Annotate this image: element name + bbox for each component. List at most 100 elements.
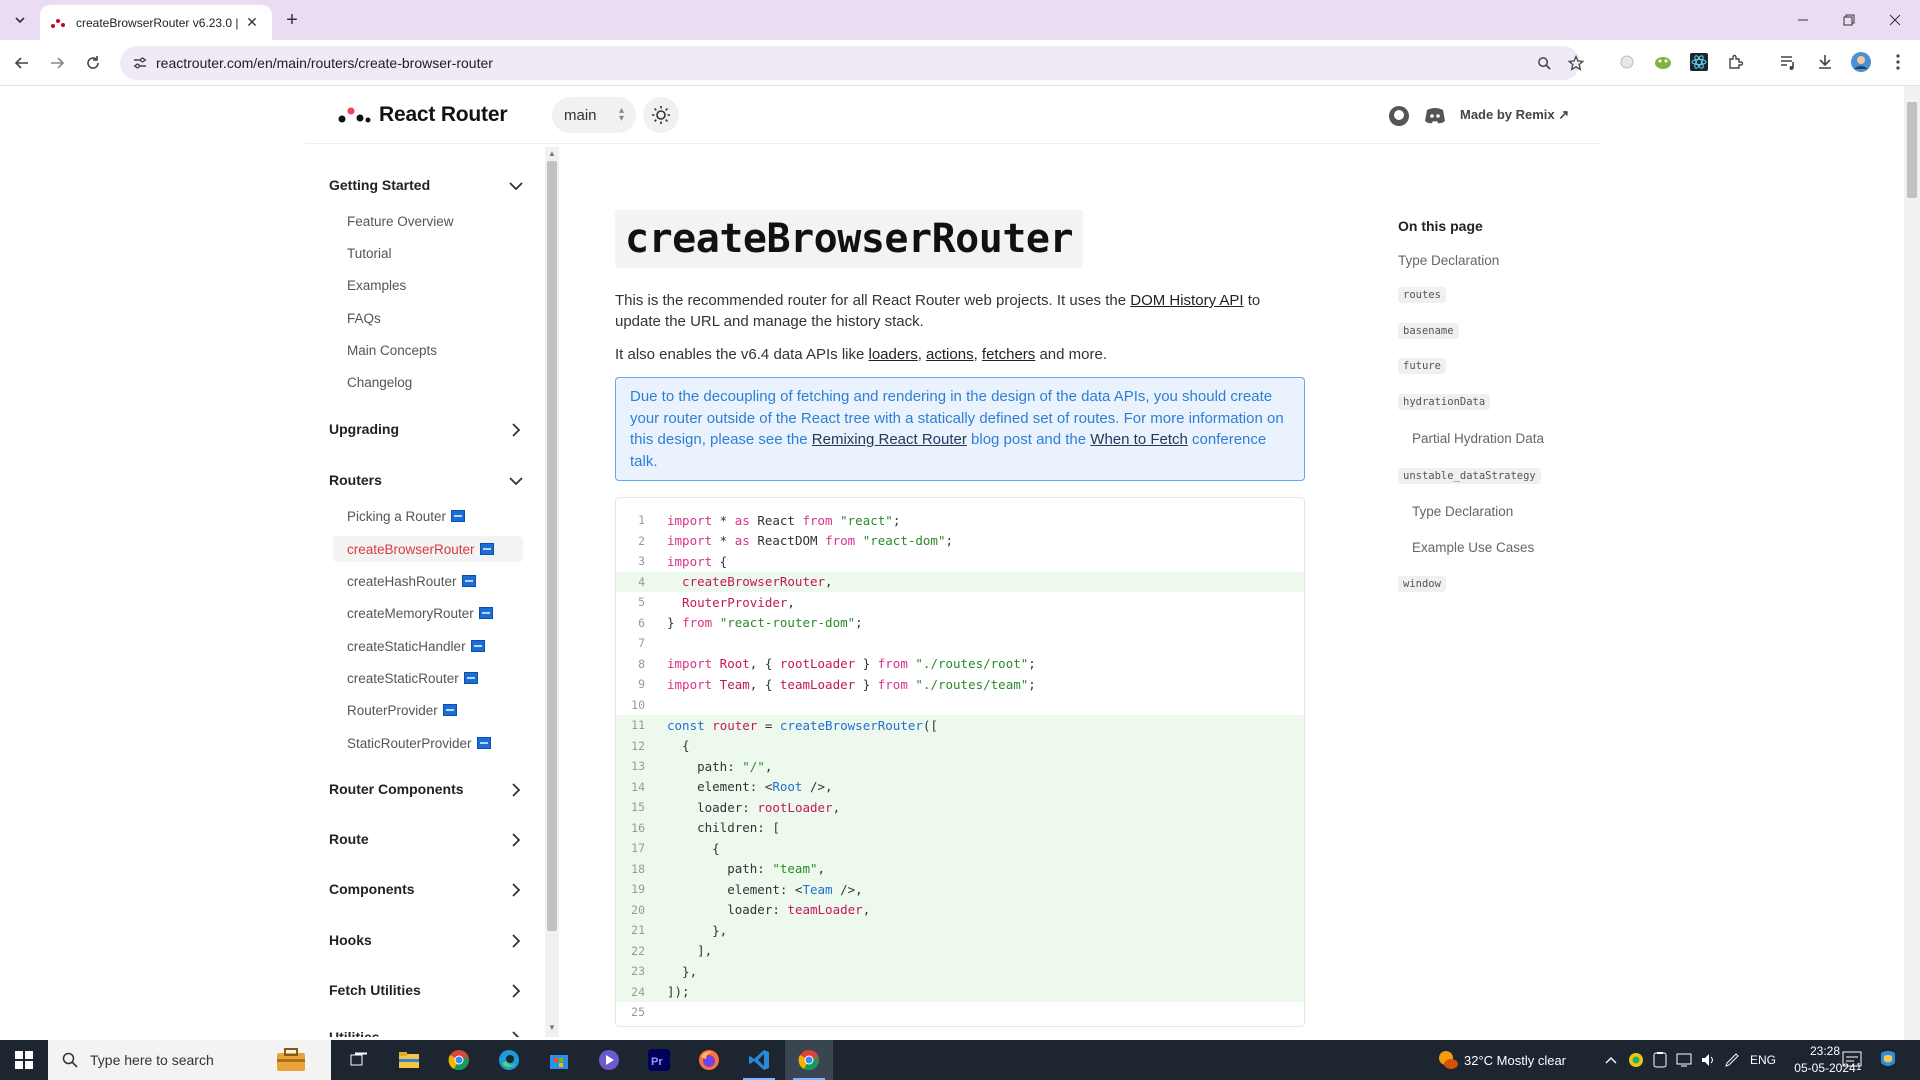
- sidebar-section-components[interactable]: Components: [329, 881, 415, 897]
- microsoft-store-icon[interactable]: [535, 1040, 583, 1080]
- toc-link-routes[interactable]: routes: [1398, 287, 1446, 303]
- sidebar-item-create-browser-router[interactable]: createBrowserRouter: [333, 536, 523, 562]
- sidebar-item-examples[interactable]: Examples: [333, 272, 523, 298]
- react-devtools-icon[interactable]: [1689, 52, 1709, 72]
- sidebar-item-create-memory-router[interactable]: createMemoryRouter: [333, 600, 523, 626]
- toc-link-future[interactable]: future: [1398, 358, 1446, 374]
- page-scrollbar-thumb[interactable]: [1907, 102, 1917, 198]
- actions-link[interactable]: actions: [926, 346, 974, 363]
- toc-link-partial-hydration-data[interactable]: Partial Hydration Data: [1412, 431, 1544, 446]
- chevron-down-icon[interactable]: [507, 472, 525, 490]
- sidebar-item-create-static-handler[interactable]: createStaticHandler: [333, 633, 523, 659]
- chevron-right-icon[interactable]: [507, 831, 525, 849]
- firefox-icon[interactable]: [685, 1040, 733, 1080]
- sidebar-item-faqs[interactable]: FAQs: [333, 305, 523, 331]
- file-explorer-icon[interactable]: [385, 1040, 433, 1080]
- github-icon[interactable]: [1388, 105, 1410, 127]
- windows-start-icon[interactable]: [0, 1040, 48, 1080]
- reload-icon[interactable]: [81, 51, 105, 75]
- sidebar-section-routers[interactable]: Routers: [329, 472, 382, 488]
- sidebar-item-feature-overview[interactable]: Feature Overview: [333, 208, 523, 234]
- version-select[interactable]: main ▴ ▾: [552, 97, 636, 133]
- show-hidden-icons-icon[interactable]: [1602, 1051, 1620, 1069]
- sidebar-scrollbar-thumb[interactable]: [547, 161, 557, 931]
- downloads-icon[interactable]: [1815, 52, 1835, 72]
- address-bar[interactable]: reactrouter.com/en/main/routers/create-b…: [120, 46, 1584, 80]
- sidebar-item-router-provider[interactable]: RouterProvider: [333, 697, 523, 723]
- chevron-down-icon[interactable]: [507, 177, 525, 195]
- extension-2-icon[interactable]: [1653, 52, 1673, 72]
- media-controls-icon[interactable]: [1779, 52, 1799, 72]
- new-tab-button[interactable]: +: [280, 8, 304, 32]
- sidebar-item-tutorial[interactable]: Tutorial: [333, 240, 523, 266]
- toc-link-basename[interactable]: basename: [1398, 323, 1459, 339]
- edge-icon[interactable]: [485, 1040, 533, 1080]
- discord-icon[interactable]: [1424, 105, 1446, 127]
- weather-icon[interactable]: [1437, 1049, 1459, 1071]
- chevron-right-icon[interactable]: [507, 932, 525, 950]
- toc-link-window[interactable]: window: [1398, 576, 1446, 592]
- profile-avatar-icon[interactable]: [1851, 52, 1871, 72]
- sidebar-section-getting-started[interactable]: Getting Started: [329, 177, 430, 193]
- minimize-button[interactable]: [1780, 0, 1826, 40]
- bookmark-star-icon[interactable]: [1567, 54, 1585, 72]
- taskbar-search-box[interactable]: Type here to search: [48, 1040, 331, 1080]
- site-info-icon[interactable]: [132, 55, 148, 71]
- premiere-pro-icon[interactable]: Pr: [635, 1040, 683, 1080]
- sidebar-item-picking-a-router[interactable]: Picking a Router: [333, 503, 523, 529]
- sidebar-section-router-components[interactable]: Router Components: [329, 781, 464, 797]
- weather-text[interactable]: 32°C Mostly clear: [1464, 1053, 1566, 1068]
- chevron-right-icon[interactable]: [507, 881, 525, 899]
- vscode-icon[interactable]: [735, 1040, 783, 1080]
- volume-icon[interactable]: [1699, 1051, 1717, 1069]
- tray-app-icon[interactable]: [1627, 1051, 1645, 1069]
- chrome-active-icon[interactable]: [785, 1040, 833, 1080]
- chevron-right-icon[interactable]: [507, 1029, 525, 1037]
- site-logo[interactable]: React Router: [337, 103, 507, 127]
- remixing-react-router-link[interactable]: Remixing React Router: [812, 431, 967, 448]
- restore-button[interactable]: [1826, 0, 1872, 40]
- dom-history-api-link[interactable]: DOM History API: [1130, 292, 1243, 309]
- extension-1-icon[interactable]: [1617, 52, 1637, 72]
- theme-toggle-button[interactable]: [643, 97, 679, 133]
- tab-close-icon[interactable]: ✕: [242, 13, 262, 33]
- sidebar-item-static-router-provider[interactable]: StaticRouterProvider: [333, 730, 523, 756]
- task-view-icon[interactable]: [335, 1040, 383, 1080]
- extensions-puzzle-icon[interactable]: [1726, 52, 1746, 72]
- chevron-right-icon[interactable]: [507, 982, 525, 1000]
- sidebar-section-route[interactable]: Route: [329, 831, 369, 847]
- toc-link-unstable-data-strategy[interactable]: unstable_dataStrategy: [1398, 468, 1541, 484]
- battery-icon[interactable]: [1651, 1051, 1669, 1069]
- sidebar-item-create-hash-router[interactable]: createHashRouter: [333, 568, 523, 594]
- sidebar-item-changelog[interactable]: Changelog: [333, 369, 523, 395]
- pen-ink-icon[interactable]: [1723, 1051, 1741, 1069]
- made-by-remix-link[interactable]: Made by Remix ↗: [1460, 107, 1569, 123]
- loaders-link[interactable]: loaders: [869, 346, 918, 363]
- chevron-right-icon[interactable]: [507, 781, 525, 799]
- menu-kebab-icon[interactable]: [1888, 52, 1908, 72]
- back-icon[interactable]: [10, 51, 34, 75]
- sidebar-item-create-static-router[interactable]: createStaticRouter: [333, 665, 523, 691]
- close-window-button[interactable]: [1872, 0, 1918, 40]
- fetchers-link[interactable]: fetchers: [982, 346, 1035, 363]
- sidebar-section-utilities[interactable]: Utilities: [329, 1029, 380, 1037]
- sidebar-item-main-concepts[interactable]: Main Concepts: [333, 337, 523, 363]
- scroll-down-arrow-icon[interactable]: ▼: [547, 1023, 557, 1033]
- when-to-fetch-link[interactable]: When to Fetch: [1090, 431, 1188, 448]
- chevron-right-icon[interactable]: [507, 421, 525, 439]
- sidebar-scrollbar[interactable]: ▲ ▼: [545, 147, 559, 1037]
- toc-link-type-declaration-2[interactable]: Type Declaration: [1412, 504, 1513, 519]
- forward-icon[interactable]: [45, 51, 69, 75]
- zoom-icon[interactable]: [1535, 54, 1553, 72]
- scroll-up-arrow-icon[interactable]: ▲: [547, 149, 557, 159]
- toc-link-type-declaration[interactable]: Type Declaration: [1398, 253, 1499, 268]
- chrome-icon[interactable]: [435, 1040, 483, 1080]
- active-tab[interactable]: createBrowserRouter v6.23.0 | R ✕: [40, 5, 272, 40]
- media-player-icon[interactable]: [585, 1040, 633, 1080]
- toc-link-hydration-data[interactable]: hydrationData: [1398, 394, 1491, 410]
- copilot-icon[interactable]: [1876, 1048, 1900, 1072]
- tab-search-icon[interactable]: [8, 8, 32, 32]
- sidebar-section-fetch-utilities[interactable]: Fetch Utilities: [329, 982, 421, 998]
- sidebar-section-hooks[interactable]: Hooks: [329, 932, 372, 948]
- language-indicator[interactable]: ENG: [1750, 1053, 1776, 1067]
